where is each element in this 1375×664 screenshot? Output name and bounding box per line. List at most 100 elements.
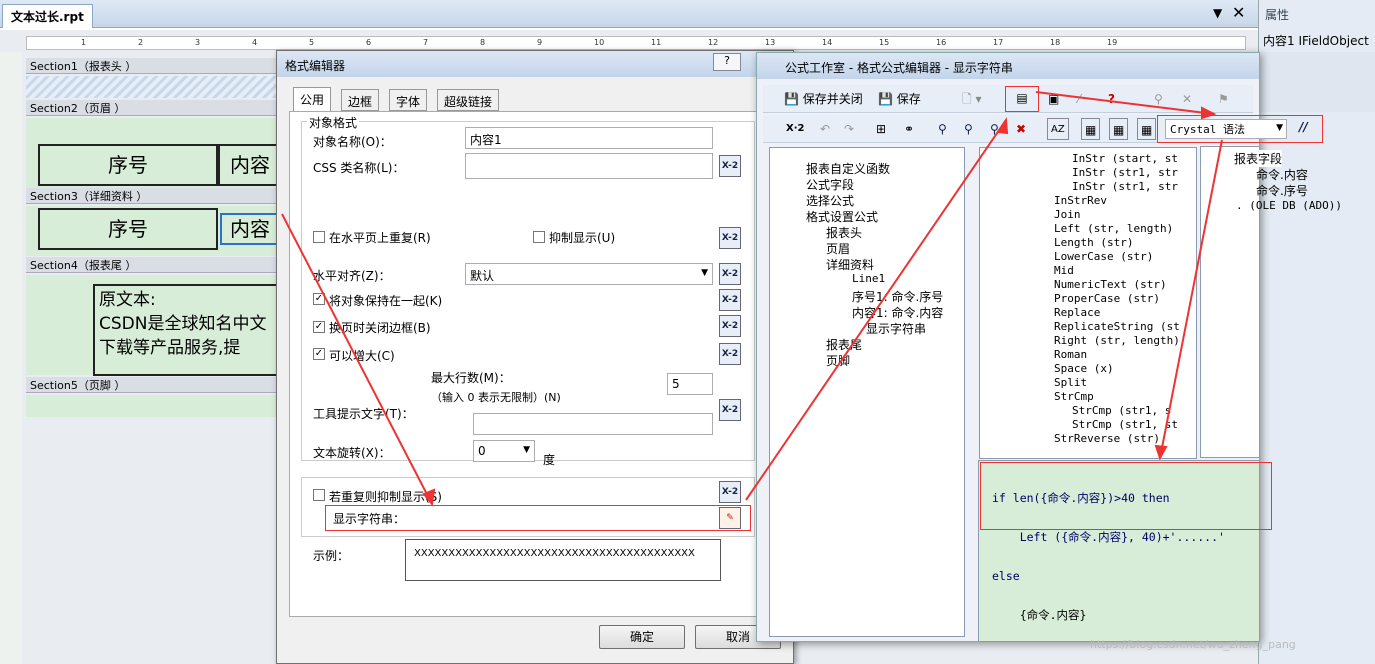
- detail-field-serial[interactable]: 序号: [38, 208, 218, 250]
- properties-object[interactable]: 内容1 IFieldObject: [1263, 32, 1369, 49]
- original-text-box[interactable]: 原文本: CSDN是全球知名中文 下载等产品服务,提: [93, 284, 283, 376]
- fields-tree-icon[interactable]: ▦: [1081, 118, 1101, 140]
- browse-icon[interactable]: ⊞: [873, 118, 889, 140]
- code-text[interactable]: if len({命令.内容})>40 then Left ({命令.内容}, 4…: [992, 466, 1225, 635]
- section-header-3[interactable]: Section3（详细资料 ）: [26, 188, 278, 204]
- document-tab[interactable]: 文本过长.rpt: [2, 4, 93, 28]
- formula-button-display-string[interactable]: ✎: [719, 507, 741, 529]
- header-field-serial[interactable]: 序号: [38, 144, 218, 186]
- function-item[interactable]: Length (str): [1054, 236, 1133, 249]
- function-item[interactable]: Left (str, length): [1054, 222, 1173, 235]
- close-icon[interactable]: ✕: [1232, 3, 1245, 22]
- header-field-content[interactable]: 内容: [218, 144, 280, 186]
- prev-bookmark-icon[interactable]: ⚲: [987, 118, 1002, 140]
- repeat-checkbox[interactable]: [313, 231, 325, 243]
- tooltip-input[interactable]: [473, 413, 713, 435]
- properties-icon[interactable]: ▣: [1045, 88, 1062, 110]
- tree-page-footer[interactable]: 页脚: [826, 352, 850, 369]
- save-close-button[interactable]: 💾 保存并关闭: [781, 88, 866, 110]
- function-item[interactable]: InStrRev: [1054, 194, 1107, 207]
- function-item[interactable]: StrReverse (str): [1054, 432, 1160, 445]
- tree-content-field[interactable]: 内容1: 命令.内容: [852, 304, 943, 321]
- close-border-checkbox[interactable]: ✓: [313, 321, 325, 333]
- bookmark-add-icon[interactable]: ⚲: [935, 118, 950, 140]
- function-item[interactable]: ProperCase (str): [1054, 292, 1160, 305]
- field-datasource[interactable]: . (OLE DB (ADO)): [1236, 199, 1342, 212]
- function-item[interactable]: ReplicateString (st: [1054, 320, 1180, 333]
- delete-icon[interactable]: ✕: [1179, 88, 1195, 110]
- operators-tree-icon[interactable]: ▦: [1137, 118, 1157, 140]
- tree-selection-formulas[interactable]: 选择公式: [806, 192, 854, 209]
- detail-field-content[interactable]: 内容: [220, 213, 280, 245]
- redo-icon[interactable]: ↷: [841, 118, 857, 140]
- function-item[interactable]: InStr (str1, str: [1072, 166, 1178, 179]
- function-item[interactable]: LowerCase (str): [1054, 250, 1153, 263]
- formula-button-css[interactable]: X-2: [719, 155, 741, 177]
- formula-button-keep[interactable]: X-2: [719, 289, 741, 311]
- tree-formula-fields[interactable]: 公式字段: [806, 176, 854, 193]
- formula-button-halign[interactable]: X-2: [719, 263, 741, 285]
- wand-icon[interactable]: ⁄: [1075, 88, 1083, 110]
- binoculars-icon[interactable]: ⚭: [901, 118, 917, 140]
- comment-button[interactable]: //: [1299, 120, 1308, 134]
- suppress-checkbox[interactable]: [533, 231, 545, 243]
- toggle-tree-button[interactable]: ▤: [1005, 86, 1039, 112]
- undo-icon[interactable]: ↶: [817, 118, 833, 140]
- tree-display-string[interactable]: 显示字符串: [866, 320, 926, 337]
- object-name-input[interactable]: 内容1: [465, 127, 713, 149]
- tree-custom-functions[interactable]: 报表自定义函数: [806, 160, 890, 177]
- function-item[interactable]: InStr (str1, str: [1072, 180, 1178, 193]
- dropdown-arrow-icon[interactable]: ▼: [1213, 6, 1222, 20]
- suppress-dup-checkbox[interactable]: [313, 489, 325, 501]
- tree-serial-field[interactable]: 序号1: 命令.序号: [852, 288, 943, 305]
- ok-button[interactable]: 确定: [599, 625, 685, 649]
- function-item[interactable]: Join: [1054, 208, 1081, 221]
- css-class-input[interactable]: [465, 153, 713, 179]
- fields-root[interactable]: 报表字段: [1234, 150, 1283, 167]
- section-header-4[interactable]: Section4（报表尾 ）: [26, 257, 278, 273]
- formula-button-border[interactable]: X-2: [719, 315, 741, 337]
- function-item[interactable]: NumericText (str): [1054, 278, 1167, 291]
- function-item[interactable]: Split: [1054, 376, 1087, 389]
- tab-common[interactable]: 公用: [293, 87, 332, 111]
- section-header-1[interactable]: Section1（报表头 ）: [26, 58, 278, 74]
- formula-button-suppress[interactable]: X-2: [719, 227, 741, 249]
- function-item[interactable]: StrCmp: [1054, 390, 1094, 403]
- function-item[interactable]: StrCmp (str1, s: [1072, 404, 1171, 417]
- find-icon[interactable]: ⚲: [1151, 88, 1166, 110]
- tree-details[interactable]: 详细资料: [826, 256, 874, 273]
- rotation-select[interactable]: 0 ▼: [473, 440, 535, 462]
- section-header-2[interactable]: Section2（页眉 ）: [26, 100, 278, 116]
- tab-border[interactable]: 边框: [341, 89, 380, 111]
- field-serial[interactable]: 命令.序号: [1256, 182, 1308, 199]
- function-item[interactable]: StrCmp (str1, st: [1072, 418, 1178, 431]
- formula-button-dup[interactable]: X-2: [719, 481, 741, 503]
- check-syntax-icon[interactable]: X·2: [783, 118, 807, 140]
- can-grow-checkbox[interactable]: ✓: [313, 348, 325, 360]
- tree-report-footer[interactable]: 报表尾: [826, 336, 862, 353]
- tree-format-formulas[interactable]: 格式设置公式: [806, 208, 878, 225]
- functions-tree-icon[interactable]: ▦: [1109, 118, 1129, 140]
- formula-button-tooltip[interactable]: X-2: [719, 399, 741, 421]
- clear-bookmark-icon[interactable]: ✖: [1013, 118, 1029, 140]
- bookmark-icon[interactable]: ⚑: [1215, 88, 1232, 110]
- sort-icon[interactable]: AZ: [1047, 118, 1069, 140]
- function-item[interactable]: Replace: [1054, 306, 1100, 319]
- function-item[interactable]: Mid: [1054, 264, 1074, 277]
- function-item[interactable]: InStr (start, st: [1072, 152, 1178, 165]
- help-button[interactable]: ?: [713, 53, 741, 71]
- function-item[interactable]: Space (x): [1054, 362, 1114, 375]
- field-content[interactable]: 命令.内容: [1256, 166, 1308, 183]
- halign-select[interactable]: 默认 ▼: [465, 263, 713, 285]
- formula-button-grow[interactable]: X-2: [719, 343, 741, 365]
- syntax-select[interactable]: Crystal 语法 ▼: [1165, 119, 1287, 139]
- function-item[interactable]: Roman: [1054, 348, 1087, 361]
- tree-line1[interactable]: Line1: [852, 272, 885, 285]
- tree-report-header[interactable]: 报表头: [826, 224, 862, 241]
- next-bookmark-icon[interactable]: ⚲: [961, 118, 976, 140]
- tree-page-header[interactable]: 页眉: [826, 240, 850, 257]
- keep-together-checkbox[interactable]: ✓: [313, 293, 325, 305]
- section-header-5[interactable]: Section5（页脚 ）: [26, 377, 278, 393]
- tab-font[interactable]: 字体: [389, 89, 428, 111]
- tab-hyperlink[interactable]: 超级链接: [437, 89, 500, 111]
